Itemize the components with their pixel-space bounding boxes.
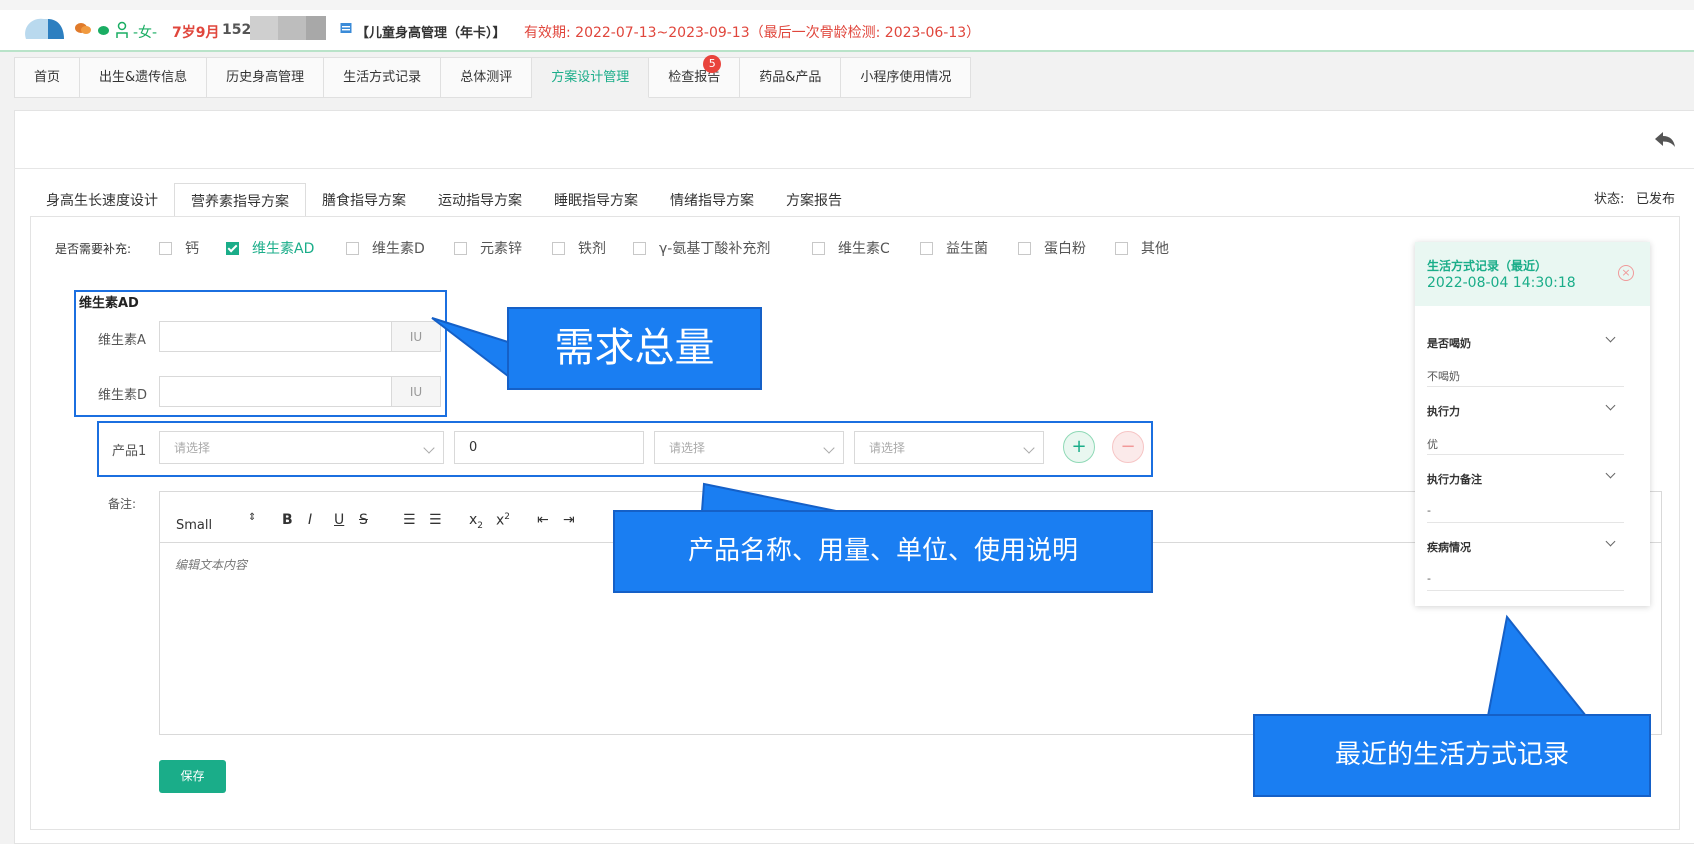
annotation-lifestyle: 最近的生活方式记录 <box>1253 714 1651 797</box>
annotation-product-info: 产品名称、用量、单位、使用说明 <box>613 510 1153 593</box>
annotation-total-demand: 需求总量 <box>507 307 762 390</box>
